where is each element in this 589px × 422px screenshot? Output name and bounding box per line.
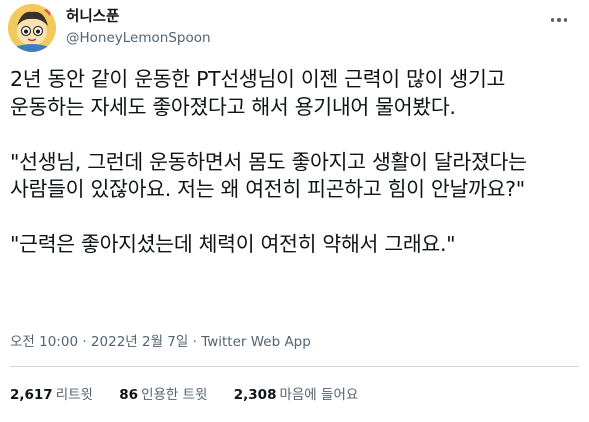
user-display-name[interactable]: 허니스푼 [66,8,119,26]
more-horizontal-icon [550,18,555,22]
user-handle[interactable]: @HoneyLemonSpoon [66,29,211,47]
likes-label: 마음에 들어요 [279,387,359,403]
more-horizontal-icon-dot [557,18,561,22]
meta-separator: · [78,334,91,350]
tweet-source-link[interactable]: Twitter Web App [201,334,311,350]
tweet-card: 허니스푼 @HoneyLemonSpoon 2년 동안 같이 운동한 PT선생님… [0,0,589,422]
tweet-date-link[interactable]: 2022년 2월 7일 [91,334,188,350]
tweet-metadata: 오전 10:00 · 2022년 2월 7일 · Twitter Web App [10,333,311,351]
tweet-date: 2022년 2월 7일 [90,334,189,350]
retweets-count: 2,617 [10,387,53,403]
retweets-stat[interactable]: 2,617 리트윗 [10,386,93,404]
quote-tweets-label: 인용한 트윗 [141,387,208,403]
likes-count: 2,308 [233,387,277,403]
retweets-label: 리트윗 [55,387,93,403]
more-options-button[interactable] [547,10,571,30]
tweet-time: 오전 10:00 [10,334,79,350]
meta-separator: · [188,334,202,350]
more-horizontal-icon-dot [563,18,568,22]
quote-tweets-stat[interactable]: 86 인용한 트윗 [119,386,207,404]
tweet-timestamp-link[interactable]: 오전 10:00 [10,334,78,350]
likes-stat[interactable]: 2,308 마음에 들어요 [234,386,359,404]
tweet-stats: 2,617 리트윗 86 인용한 트윗 2,308 마음에 들어요 [10,386,380,404]
stats-divider [10,366,579,367]
avatar-illustration-icon [8,4,56,52]
tweet-text: 2년 동안 같이 운동한 PT선생님이 이젠 근력이 많이 생기고 운동하는 자… [10,67,527,256]
quote-tweets-count: 86 [119,387,139,403]
tweet-header: 허니스푼 @HoneyLemonSpoon [8,4,581,52]
user-avatar[interactable] [8,4,56,52]
